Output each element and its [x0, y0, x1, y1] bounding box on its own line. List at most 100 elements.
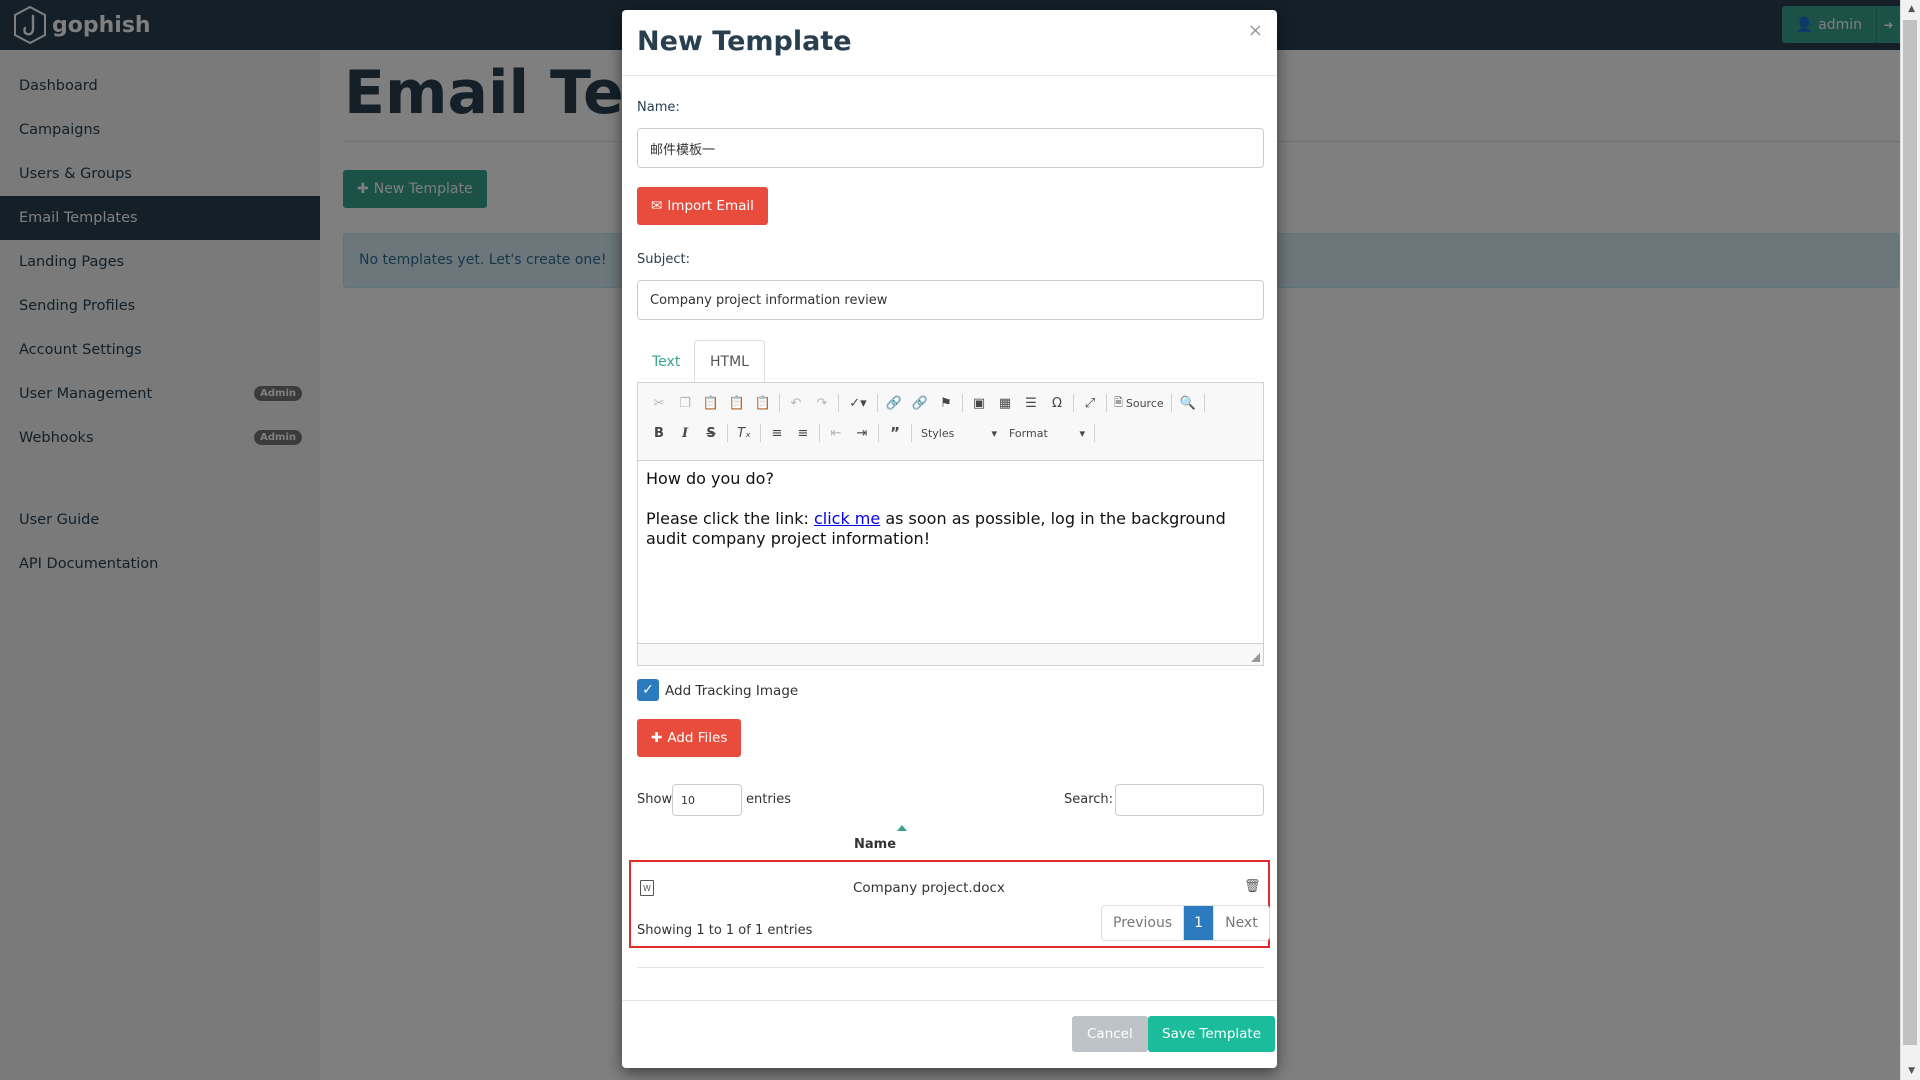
pagination: Previous 1 Next: [1101, 905, 1270, 941]
scroll-up-arrow-icon[interactable]: ▲: [1908, 4, 1915, 14]
remove-format-icon[interactable]: Tₓ: [731, 422, 757, 444]
word-file-icon: W: [640, 880, 654, 896]
toolbar-row-2: B I S Tₓ ≡ ≡ ⇤ ⇥ ” Styles ▾ Format ▾: [646, 421, 1098, 445]
entries-per-page-select[interactable]: [672, 784, 742, 816]
outdent-icon[interactable]: ⇤: [823, 422, 849, 444]
import-email-button[interactable]: ✉ Import Email: [637, 187, 768, 225]
source-label: Source: [1125, 396, 1164, 410]
search-label: Search:: [1064, 792, 1114, 807]
editor-content-area[interactable]: How do you do? Please click the link: cl…: [638, 461, 1263, 645]
toolbar-separator: [1203, 394, 1205, 412]
paste-icon[interactable]: 📋: [698, 392, 724, 414]
editor-tabs: Text HTML: [637, 340, 1264, 383]
chevron-down-icon: ▾: [1079, 426, 1085, 440]
bulleted-list-icon[interactable]: ≡: [790, 422, 816, 444]
page-1-button[interactable]: 1: [1183, 906, 1214, 940]
toolbar-separator: [1106, 394, 1107, 412]
name-column-header[interactable]: Name: [854, 837, 896, 852]
next-page-button[interactable]: Next: [1213, 906, 1269, 940]
indent-icon[interactable]: ⇥: [849, 422, 875, 444]
styles-dropdown[interactable]: Styles ▾: [915, 422, 1003, 444]
styles-label: Styles: [921, 426, 955, 440]
plus-icon: ✚: [651, 730, 663, 746]
name-label: Name:: [637, 100, 680, 115]
editor-paragraph: Please click the link: click me as soon …: [646, 509, 1255, 549]
cancel-button[interactable]: Cancel: [1072, 1016, 1148, 1052]
tab-label: HTML: [710, 353, 749, 370]
close-icon[interactable]: ×: [1248, 20, 1263, 41]
source-button[interactable]: 🗎 Source: [1110, 394, 1168, 413]
paste-word-icon[interactable]: 📋: [750, 392, 776, 414]
subject-input[interactable]: [637, 280, 1264, 320]
previous-page-button[interactable]: Previous: [1102, 906, 1184, 940]
attachments-search-input[interactable]: [1115, 784, 1264, 816]
toolbar-separator: [1073, 394, 1074, 412]
source-icon: 🗎: [1114, 395, 1123, 409]
anchor-flag-icon[interactable]: ⚑: [933, 392, 959, 414]
horizontal-line-icon[interactable]: ☰: [1018, 392, 1044, 414]
add-files-label: Add Files: [667, 730, 728, 746]
tab-label: Text: [652, 353, 681, 370]
editor-line: How do you do?: [646, 469, 774, 488]
editor-toolbar: ✂ ❐ 📋 📋 📋 ↶ ↷ ✓▾ 🔗 🔗 ⚑ ▣ ▦ ☰ Ω ⤢ 🗎 Sourc…: [638, 383, 1263, 461]
section-divider: [637, 967, 1264, 968]
check-icon: ✓: [642, 682, 654, 698]
new-template-modal: New Template × Name: ✉ Import Email Subj…: [622, 10, 1277, 1068]
toolbar-separator: [760, 424, 761, 442]
toolbar-separator: [819, 424, 820, 442]
unlink-icon[interactable]: 🔗: [907, 392, 933, 414]
add-files-button[interactable]: ✚ Add Files: [637, 719, 742, 757]
tab-text[interactable]: Text: [637, 340, 695, 383]
toolbar-separator: [727, 424, 728, 442]
strikethrough-icon[interactable]: S: [698, 422, 724, 444]
image-icon[interactable]: ▣: [966, 392, 992, 414]
html-editor: ✂ ❐ 📋 📋 📋 ↶ ↷ ✓▾ 🔗 🔗 ⚑ ▣ ▦ ☰ Ω ⤢ 🗎 Sourc…: [637, 382, 1264, 666]
toolbar-row-1: ✂ ❐ 📋 📋 📋 ↶ ↷ ✓▾ 🔗 🔗 ⚑ ▣ ▦ ☰ Ω ⤢ 🗎 Sourc…: [646, 391, 1208, 415]
resize-handle-icon[interactable]: [1251, 653, 1260, 662]
subject-label: Subject:: [637, 252, 690, 267]
bold-icon[interactable]: B: [646, 422, 672, 444]
paste-text-icon[interactable]: 📋: [724, 392, 750, 414]
modal-header: New Template ×: [622, 10, 1277, 76]
entries-label: entries: [746, 792, 792, 807]
save-template-button[interactable]: Save Template: [1148, 1016, 1276, 1052]
editor-blank-line: [646, 489, 1255, 509]
toolbar-separator: [911, 424, 912, 442]
link-icon[interactable]: 🔗: [881, 392, 907, 414]
special-char-icon[interactable]: Ω: [1044, 392, 1070, 414]
toolbar-separator: [878, 424, 879, 442]
maximize-icon[interactable]: ⤢: [1077, 392, 1103, 414]
redo-icon[interactable]: ↷: [809, 392, 835, 414]
scrollbar-thumb[interactable]: [1903, 20, 1917, 1045]
phishing-link[interactable]: click me: [814, 509, 880, 528]
table-icon[interactable]: ▦: [992, 392, 1018, 414]
toolbar-separator: [1094, 424, 1095, 442]
copy-icon[interactable]: ❐: [672, 392, 698, 414]
format-dropdown[interactable]: Format ▾: [1003, 422, 1091, 444]
import-email-label: Import Email: [667, 198, 754, 214]
toolbar-separator: [1170, 394, 1172, 412]
show-label: Show: [637, 792, 673, 807]
modal-footer-divider: [622, 1000, 1277, 1001]
page-scrollbar[interactable]: ▲ ▼: [1900, 0, 1920, 1080]
format-label: Format: [1009, 426, 1048, 440]
editor-status-bar: [638, 643, 1263, 665]
undo-icon[interactable]: ↶: [783, 392, 809, 414]
scroll-down-arrow-icon[interactable]: ▼: [1908, 1066, 1915, 1076]
cut-icon[interactable]: ✂: [646, 392, 672, 414]
toolbar-separator: [877, 394, 878, 412]
toolbar-separator: [838, 394, 839, 412]
toolbar-separator: [779, 394, 780, 412]
tab-html[interactable]: HTML: [694, 340, 765, 383]
table-info: Showing 1 to 1 of 1 entries: [637, 923, 813, 938]
modal-title: New Template: [637, 26, 852, 57]
tracking-image-label: Add Tracking Image: [665, 683, 799, 699]
tracking-image-checkbox[interactable]: ✓: [637, 679, 659, 701]
preview-icon[interactable]: 🔍: [1175, 392, 1201, 414]
blockquote-icon[interactable]: ”: [882, 422, 908, 444]
template-name-input[interactable]: [637, 128, 1264, 168]
numbered-list-icon[interactable]: ≡: [764, 422, 790, 444]
spellcheck-icon[interactable]: ✓▾: [842, 392, 874, 414]
trash-icon[interactable]: 🗑: [1244, 879, 1261, 894]
italic-icon[interactable]: I: [672, 422, 698, 444]
